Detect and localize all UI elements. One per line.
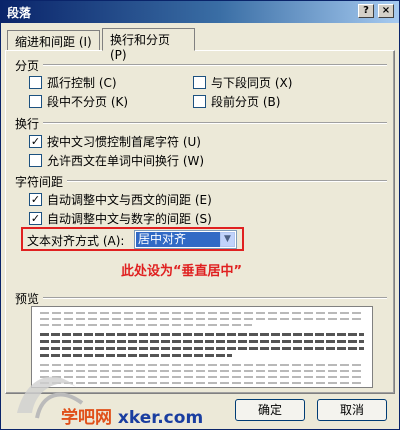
option-label: 自动调整中文与西文的间距 (E): [47, 193, 212, 207]
divider: [43, 297, 387, 299]
keep-lines-together-option[interactable]: 段中不分页 (K): [29, 93, 128, 110]
preview-line: [40, 340, 364, 343]
tab-indent-spacing[interactable]: 缩进和间距 (I): [7, 30, 100, 50]
checkbox[interactable]: ✓: [29, 193, 42, 206]
line-break-group-title: 换行: [15, 115, 44, 132]
option-label: 段中不分页 (K): [47, 95, 129, 109]
selected-value: 居中对齐: [136, 232, 220, 247]
annotation-text: 此处设为“垂直居中”: [121, 264, 243, 279]
watermark-text: 学吧网 xker.com: [61, 403, 203, 428]
option-label: 按中文习惯控制首尾字符 (U): [47, 135, 201, 149]
preview-line: [40, 354, 232, 357]
checkbox[interactable]: [29, 154, 42, 167]
auto-space-asian-number-option[interactable]: ✓ 自动调整中文与数字的间距 (S): [29, 210, 212, 227]
ok-button[interactable]: 确定: [235, 399, 305, 421]
checkbox[interactable]: ✓: [29, 212, 42, 225]
widow-control-option[interactable]: 孤行控制 (C): [29, 74, 117, 91]
option-label: 允许西文在单词中间换行 (W): [47, 154, 205, 168]
preview-line: [40, 318, 364, 320]
preview-line: [40, 333, 364, 336]
checkbox[interactable]: [193, 95, 206, 108]
preview-area: [31, 306, 373, 388]
dialog-title: 段落: [7, 6, 32, 20]
divider: [43, 122, 387, 124]
word-wrap-option[interactable]: 允许西文在单词中间换行 (W): [29, 152, 204, 169]
cancel-button[interactable]: 取消: [317, 399, 387, 421]
divider: [67, 180, 387, 182]
option-label: 自动调整中文与数字的间距 (S): [47, 212, 212, 226]
keep-with-next-option[interactable]: 与下段同页 (X): [193, 74, 292, 91]
watermark-text-cn: 学吧网: [61, 408, 112, 428]
preview-line: [40, 370, 364, 372]
checkbox[interactable]: ✓: [29, 135, 42, 148]
checkbox[interactable]: [193, 76, 206, 89]
preview-line: [40, 382, 364, 384]
checkbox[interactable]: [29, 95, 42, 108]
text-alignment-select[interactable]: 居中对齐 ▼: [134, 230, 237, 249]
checkbox[interactable]: [29, 76, 42, 89]
divider: [43, 64, 387, 66]
preview-line: [40, 376, 364, 378]
title-bar[interactable]: 段落 ? ×: [1, 1, 399, 23]
text-alignment-label: 文本对齐方式 (A):: [27, 234, 125, 248]
auto-space-asian-latin-option[interactable]: ✓ 自动调整中文与西文的间距 (E): [29, 191, 212, 208]
char-spacing-group-title: 字符间距: [15, 173, 68, 190]
help-button[interactable]: ?: [358, 4, 374, 18]
page-break-before-option[interactable]: 段前分页 (B): [193, 93, 280, 110]
preview-line: [40, 324, 252, 326]
tab-line-page-breaks[interactable]: 换行和分页 (P): [102, 28, 195, 62]
preview-group-title: 预览: [15, 290, 44, 307]
option-label: 段前分页 (B): [211, 95, 281, 109]
watermark-text-en: xker.com: [117, 408, 204, 428]
preview-line: [40, 364, 364, 366]
chevron-down-icon[interactable]: ▼: [220, 232, 235, 247]
option-label: 与下段同页 (X): [211, 76, 293, 90]
option-label: 孤行控制 (C): [47, 76, 117, 90]
pagination-group-title: 分页: [15, 57, 44, 74]
chinese-line-break-option[interactable]: ✓ 按中文习惯控制首尾字符 (U): [29, 133, 201, 150]
close-button[interactable]: ×: [378, 4, 394, 18]
preview-line: [40, 347, 364, 350]
paragraph-dialog: 段落 ? × 缩进和间距 (I) 换行和分页 (P) 分页 孤行控制 (C) 与…: [0, 0, 400, 430]
preview-line: [40, 312, 364, 314]
